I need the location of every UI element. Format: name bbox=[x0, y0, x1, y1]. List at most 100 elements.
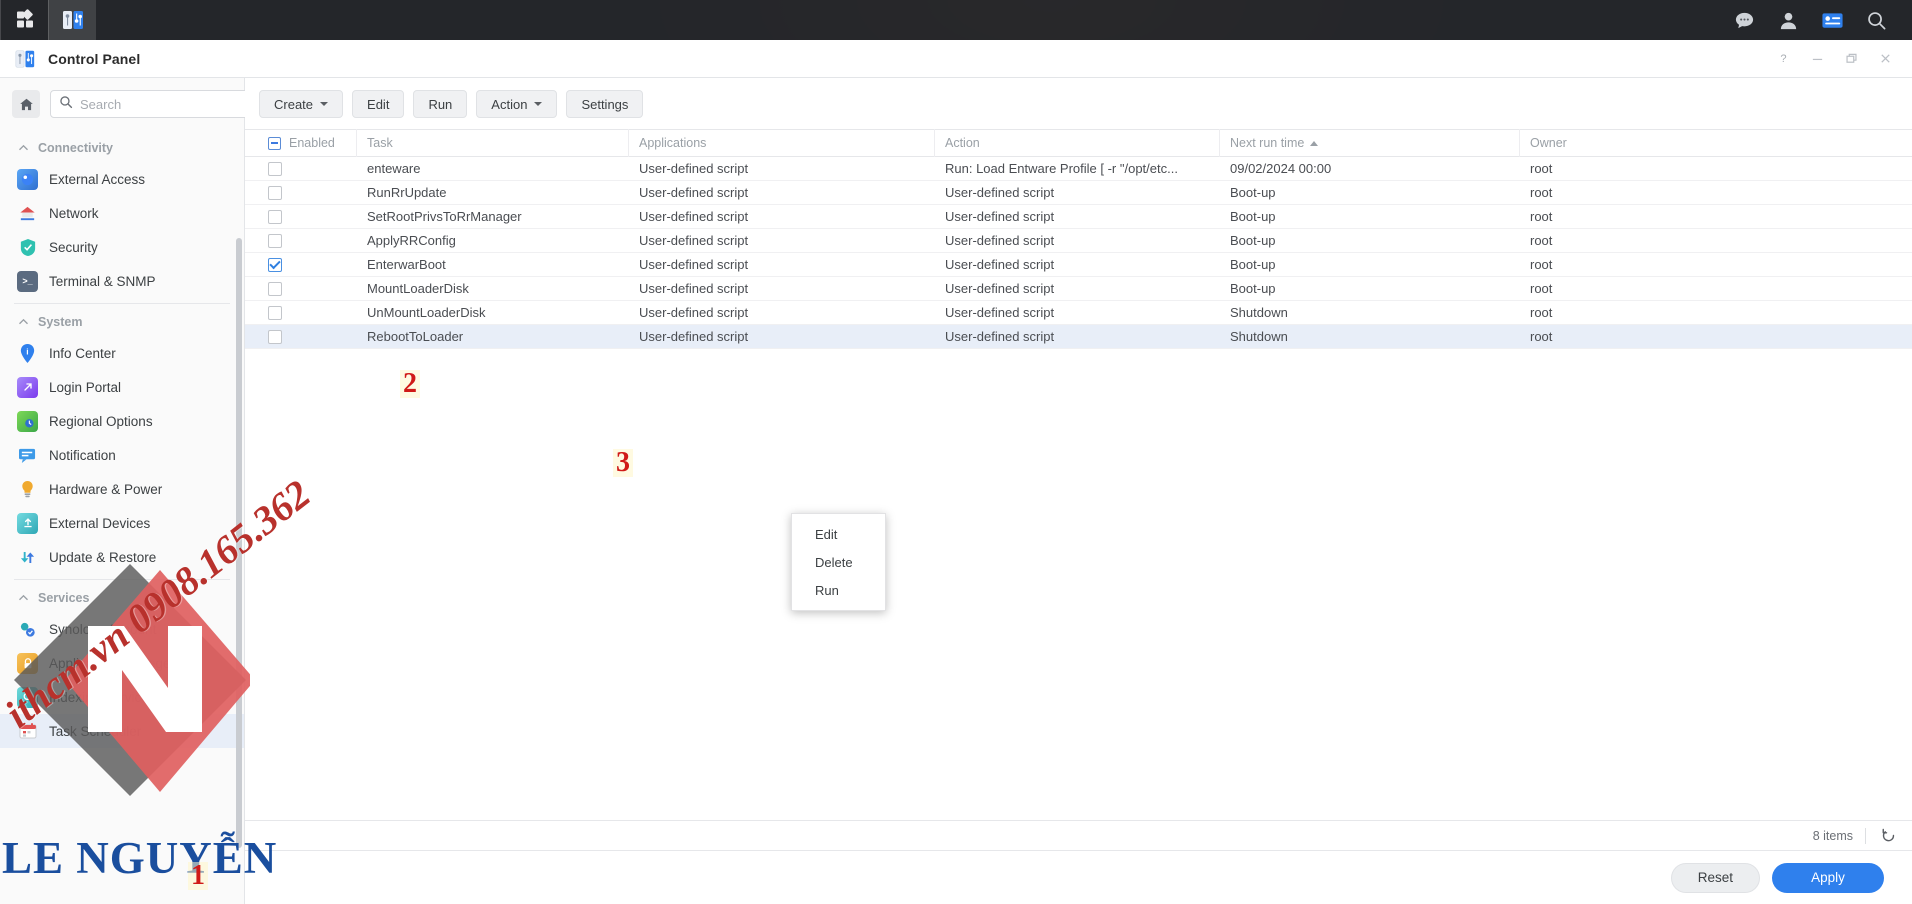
sidebar-scrollbar[interactable] bbox=[236, 238, 242, 848]
column-header-owner[interactable]: Owner bbox=[1520, 129, 1912, 157]
control-panel-window: Control Panel ? Search Connectivity Exte… bbox=[0, 40, 1912, 904]
sidebar-search-box[interactable] bbox=[50, 90, 265, 118]
refresh-icon[interactable] bbox=[1878, 826, 1898, 846]
search-input[interactable] bbox=[80, 96, 256, 112]
create-button[interactable]: Create bbox=[259, 90, 344, 118]
edit-button[interactable]: Edit bbox=[352, 90, 405, 118]
sidebar-item-regional-options[interactable]: Regional Options bbox=[0, 404, 244, 438]
context-menu-item-label: Edit bbox=[815, 526, 838, 542]
sidebar-item-notification[interactable]: Notification bbox=[0, 438, 244, 472]
table-cell-next-run-time: 09/02/2024 00:00 bbox=[1230, 161, 1332, 176]
update-restore-icon bbox=[17, 547, 38, 568]
svg-text:i: i bbox=[26, 346, 28, 356]
table-cell-next-run-time: Boot-up bbox=[1230, 209, 1276, 224]
table-row[interactable]: SetRootPrivsToRrManager User-defined scri… bbox=[245, 205, 1912, 229]
row-enabled-checkbox[interactable] bbox=[268, 185, 282, 200]
sidebar-item-application-privileges[interactable]: Application Privileges bbox=[0, 646, 244, 680]
info-center-icon: i bbox=[17, 343, 38, 364]
table-row[interactable]: ApplyRRConfig User-defined script User-def… bbox=[245, 229, 1912, 253]
sidebar-item-external-devices[interactable]: External Devices bbox=[0, 506, 244, 540]
run-button-label: Run bbox=[428, 96, 453, 112]
chevron-up-icon bbox=[18, 591, 29, 605]
sidebar-item-update-restore[interactable]: Update & Restore bbox=[0, 540, 244, 574]
help-button[interactable]: ? bbox=[1766, 42, 1800, 76]
column-header-label: Action bbox=[945, 136, 980, 150]
sidebar-group-services[interactable]: Services bbox=[0, 582, 244, 612]
column-header-label: Enabled bbox=[289, 136, 335, 150]
sidebar-item-security[interactable]: Security bbox=[0, 230, 244, 264]
row-enabled-checkbox[interactable] bbox=[268, 305, 282, 320]
column-header-enabled[interactable]: Enabled bbox=[245, 129, 357, 157]
sidebar-item-login-portal[interactable]: Login Portal bbox=[0, 370, 244, 404]
select-all-checkbox[interactable] bbox=[268, 136, 281, 150]
home-button[interactable] bbox=[12, 90, 40, 118]
table-cell-enabled bbox=[245, 229, 357, 253]
column-header-label: Applications bbox=[639, 136, 707, 150]
column-header-task[interactable]: Task bbox=[357, 129, 629, 157]
table-row[interactable]: RunRrUpdate User-defined script User-defin… bbox=[245, 181, 1912, 205]
apply-button[interactable]: Apply bbox=[1772, 862, 1884, 893]
table-row[interactable]: EnterwarBoot User-defined script User-defi… bbox=[245, 253, 1912, 277]
sidebar-item-label: Hardware & Power bbox=[49, 481, 163, 497]
table-cell-enabled bbox=[245, 277, 357, 301]
apps-grid-icon[interactable] bbox=[0, 0, 48, 40]
footer-divider bbox=[1865, 827, 1866, 844]
taskbar-control-panel-icon[interactable] bbox=[48, 0, 96, 40]
sidebar-item-indexing-service[interactable]: Indexing Service bbox=[0, 680, 244, 714]
sidebar-item-label: Application Privileges bbox=[49, 655, 178, 671]
row-enabled-checkbox[interactable] bbox=[268, 161, 282, 176]
sidebar-item-label: Network bbox=[49, 205, 99, 221]
sidebar-item-label: Security bbox=[49, 239, 98, 255]
row-enabled-checkbox[interactable] bbox=[268, 209, 282, 224]
item-count-label: 8 items bbox=[1812, 828, 1853, 843]
sidebar-item-hardware-power[interactable]: Hardware & Power bbox=[0, 472, 244, 506]
context-menu-item-edit[interactable]: Edit bbox=[792, 520, 885, 548]
table-cell-task: MountLoaderDisk bbox=[367, 281, 469, 296]
sidebar-scroll-area: Connectivity External Access Network Sec… bbox=[0, 128, 244, 904]
column-header-applications[interactable]: Applications bbox=[629, 129, 935, 157]
context-menu-item-run[interactable]: Run bbox=[792, 576, 885, 604]
row-enabled-checkbox[interactable] bbox=[268, 233, 282, 248]
minimize-button[interactable] bbox=[1800, 42, 1834, 76]
task-scheduler-icon bbox=[17, 721, 38, 742]
row-enabled-checkbox[interactable] bbox=[268, 281, 282, 296]
table-cell-enabled bbox=[245, 301, 357, 325]
sidebar-item-network[interactable]: Network bbox=[0, 196, 244, 230]
column-header-label: Next run time bbox=[1230, 136, 1305, 150]
window-controls: ? bbox=[1766, 42, 1912, 76]
column-header-action[interactable]: Action bbox=[935, 129, 1220, 157]
sidebar-group-connectivity[interactable]: Connectivity bbox=[0, 132, 244, 162]
sidebar-group-label: System bbox=[38, 315, 83, 329]
sidebar-item-task-scheduler[interactable]: Task Scheduler bbox=[0, 714, 244, 748]
search-icon[interactable] bbox=[1854, 0, 1898, 40]
settings-button[interactable]: Settings bbox=[566, 90, 644, 118]
user-account-icon[interactable] bbox=[1766, 0, 1810, 40]
table-row[interactable]: RebootToLoader User-defined script User-de… bbox=[245, 325, 1912, 349]
maximize-button[interactable] bbox=[1834, 42, 1868, 76]
row-enabled-checkbox[interactable] bbox=[268, 329, 282, 344]
table-cell-enabled bbox=[245, 205, 357, 229]
sidebar-item-terminal-snmp[interactable]: >_ Terminal & SNMP bbox=[0, 264, 244, 298]
reset-button[interactable]: Reset bbox=[1670, 862, 1760, 893]
table-row[interactable]: UnMountLoaderDisk User-defined script User… bbox=[245, 301, 1912, 325]
row-enabled-checkbox[interactable] bbox=[268, 257, 282, 272]
column-header-next-run-time[interactable]: Next run time bbox=[1220, 129, 1520, 157]
chat-bubble-icon[interactable] bbox=[1722, 0, 1766, 40]
table-row[interactable]: enteware User-defined script Run: Load Ent… bbox=[245, 157, 1912, 181]
synology-account-icon bbox=[17, 619, 38, 640]
run-button[interactable]: Run bbox=[413, 90, 468, 118]
table-cell-applications: User-defined script bbox=[639, 257, 749, 272]
action-button[interactable]: Action bbox=[476, 90, 558, 118]
notification-panel-icon[interactable] bbox=[1810, 0, 1854, 40]
sidebar-item-info-center[interactable]: i Info Center bbox=[0, 336, 244, 370]
sidebar-item-external-access[interactable]: External Access bbox=[0, 162, 244, 196]
sidebar-group-system[interactable]: System bbox=[0, 306, 244, 336]
context-menu-item-delete[interactable]: Delete bbox=[792, 548, 885, 576]
sidebar-item-label: Info Center bbox=[49, 345, 116, 361]
table-cell-applications: User-defined script bbox=[639, 185, 749, 200]
taskbar-right-group bbox=[1722, 0, 1912, 40]
sidebar-item-synology-account[interactable]: Synology Account bbox=[0, 612, 244, 646]
table-row[interactable]: MountLoaderDisk User-defined script User-d… bbox=[245, 277, 1912, 301]
close-button[interactable] bbox=[1868, 42, 1902, 76]
table-cell-enabled bbox=[245, 253, 357, 277]
